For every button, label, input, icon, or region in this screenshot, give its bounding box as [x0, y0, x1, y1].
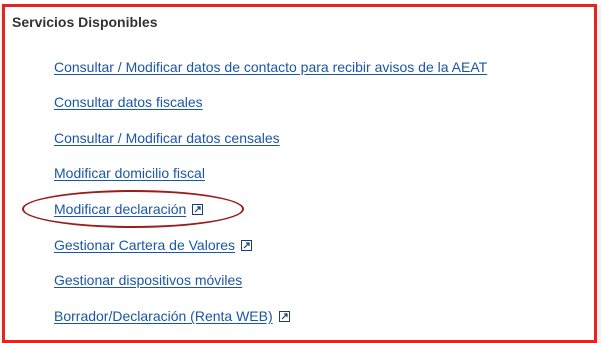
service-item-renta-web: Borrador/Declaración (Renta WEB) [54, 308, 290, 324]
service-link-cartera-valores[interactable]: Gestionar Cartera de Valores [54, 237, 235, 253]
service-link-domicilio-fiscal[interactable]: Modificar domicilio fiscal [54, 165, 205, 181]
service-item-datos-fiscales: Consultar datos fiscales [54, 94, 203, 110]
panel-title: Servicios Disponibles [12, 14, 158, 30]
service-item-datos-censales: Consultar / Modificar datos censales [54, 130, 280, 146]
service-item-dispositivos-moviles: Gestionar dispositivos móviles [54, 272, 242, 288]
external-link-icon[interactable] [241, 239, 253, 251]
service-link-datos-censales[interactable]: Consultar / Modificar datos censales [54, 130, 280, 146]
external-link-icon[interactable] [192, 203, 204, 215]
service-item-domicilio-fiscal: Modificar domicilio fiscal [54, 165, 205, 181]
service-link-renta-web[interactable]: Borrador/Declaración (Renta WEB) [54, 308, 273, 324]
service-link-datos-contacto[interactable]: Consultar / Modificar datos de contacto … [54, 59, 487, 75]
services-panel: Servicios Disponibles Consultar / Modifi… [2, 4, 597, 343]
service-item-datos-contacto: Consultar / Modificar datos de contacto … [54, 59, 487, 75]
service-link-dispositivos-moviles[interactable]: Gestionar dispositivos móviles [54, 272, 242, 288]
external-link-icon[interactable] [278, 310, 290, 322]
service-link-datos-fiscales[interactable]: Consultar datos fiscales [54, 94, 203, 110]
service-link-modificar-declaracion[interactable]: Modificar declaración [54, 201, 186, 217]
service-item-cartera-valores: Gestionar Cartera de Valores [54, 237, 253, 253]
service-item-modificar-declaracion: Modificar declaración [54, 201, 204, 217]
